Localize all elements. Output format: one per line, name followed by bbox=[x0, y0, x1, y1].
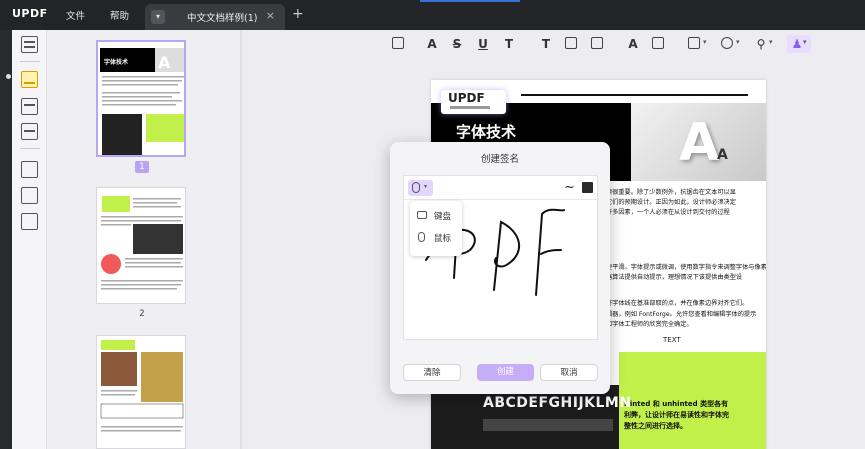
green-panel-text: Hinted 和 unhinted 类型各有利弊，让设计师在易读性和字体完整性之… bbox=[624, 400, 729, 430]
mouse-option-label: 鼠标 bbox=[434, 234, 452, 244]
font-sample-row bbox=[483, 419, 613, 431]
progress-line bbox=[420, 0, 520, 2]
document-tab[interactable]: ▾ 中文文档样例(1) × bbox=[145, 4, 285, 30]
badge-text: UPDF bbox=[448, 91, 485, 105]
signature-dropdown-icon[interactable]: ▾ bbox=[803, 38, 807, 46]
app-logo[interactable]: UPDF bbox=[12, 7, 48, 20]
body-line: 辑器，例如 FontForge。允许您查看和编辑字体的提示 bbox=[606, 311, 757, 318]
textbox-icon[interactable] bbox=[565, 37, 577, 49]
cancel-button[interactable]: 取消 bbox=[540, 364, 598, 381]
page-title: 字体技术 bbox=[456, 123, 517, 141]
create-signature-dialog: 创建签名 ▾ ~ 键盘 鼠标 清除 创建 取消 bbox=[390, 142, 610, 394]
body-line: 器算法提供自动提示，理想情况下该提供由类型设 bbox=[606, 274, 743, 281]
body-line: 更平滑。字体提示或微调，使用数字指令来调整字体与像素 bbox=[606, 264, 766, 271]
mouse-icon bbox=[418, 232, 425, 242]
shape-icon[interactable] bbox=[688, 37, 700, 49]
hero-image: A A bbox=[631, 103, 766, 181]
sticker-icon[interactable] bbox=[721, 37, 733, 49]
crop-tool-icon[interactable] bbox=[21, 187, 38, 204]
page-tool-icon[interactable] bbox=[21, 123, 38, 140]
body-line: 许多因素，一个人必须在从设计到交付的过程 bbox=[606, 209, 730, 216]
keyboard-option-label: 键盘 bbox=[434, 212, 452, 222]
text-callout-icon[interactable] bbox=[591, 37, 603, 49]
thumbnail-preview: A 字体技术 bbox=[100, 48, 184, 155]
create-button[interactable]: 创建 bbox=[477, 364, 534, 381]
body-line: 它们的预期设计。正因为如此，设计师必须决定 bbox=[606, 199, 736, 206]
svg-text:A: A bbox=[158, 53, 171, 72]
menu-help[interactable]: 帮助 bbox=[110, 8, 129, 22]
thumb-title: 字体技术 bbox=[104, 58, 128, 66]
figure-caption: TEXT bbox=[663, 336, 681, 344]
thumbnail-page-3[interactable] bbox=[96, 335, 186, 449]
chevron-down-icon: ▾ bbox=[424, 183, 428, 190]
dialog-title: 创建签名 bbox=[480, 154, 519, 165]
keyboard-option[interactable]: 键盘 bbox=[410, 205, 462, 227]
sticker-dropdown-icon[interactable]: ▾ bbox=[736, 38, 740, 46]
add-tab-icon[interactable]: + bbox=[292, 7, 304, 21]
hero-letter-small: A bbox=[717, 147, 728, 163]
highlight-icon[interactable]: A bbox=[424, 36, 440, 52]
page-rule bbox=[521, 94, 748, 96]
thumbnail-page-1[interactable]: A 字体技术 bbox=[96, 40, 186, 157]
tab-dropdown-icon[interactable]: ▾ bbox=[151, 10, 165, 24]
eraser-icon[interactable] bbox=[652, 37, 664, 49]
tool-separator bbox=[20, 61, 40, 62]
page-number-1: 1 bbox=[135, 161, 149, 173]
left-edge-bar bbox=[0, 30, 12, 449]
hero-letter: A bbox=[679, 113, 720, 173]
squiggly-icon[interactable]: T bbox=[501, 36, 517, 52]
input-mode-dropdown: 键盘 鼠标 bbox=[410, 201, 462, 256]
font-sample-letters: ABCDEFGHIJKLMN bbox=[483, 395, 632, 411]
input-mode-selector[interactable]: ▾ bbox=[408, 180, 433, 196]
edit-tool-icon[interactable] bbox=[21, 98, 38, 115]
body-line: 和字体工程师的欣赏完全确定。 bbox=[606, 321, 693, 328]
badge-underline bbox=[450, 106, 490, 109]
layers-tool-icon[interactable] bbox=[21, 213, 38, 230]
menu-file[interactable]: 文件 bbox=[66, 8, 85, 22]
pencil-icon[interactable]: A bbox=[625, 36, 641, 52]
annotation-toolbar: A S U T T A ▾ ▾ ⚲ ▾ ♟ ▾ bbox=[242, 30, 865, 60]
stamp-icon[interactable]: ⚲ bbox=[753, 36, 769, 52]
body-line: 读很重要。除了少数例外，抗锯齿在文本可以显 bbox=[606, 189, 736, 196]
thumbnail-preview bbox=[100, 340, 184, 432]
tool-strip bbox=[12, 30, 47, 449]
thumbnail-page-2[interactable] bbox=[96, 187, 186, 304]
thumbnail-panel: A 字体技术 1 2 bbox=[47, 30, 240, 449]
page-number-2: 2 bbox=[139, 309, 145, 319]
updf-badge: UPDF bbox=[441, 90, 506, 114]
note-icon[interactable] bbox=[392, 37, 404, 49]
title-bar: UPDF 文件 帮助 ▾ 中文文档样例(1) × + bbox=[0, 0, 865, 30]
convert-tool-icon[interactable] bbox=[21, 161, 38, 178]
clear-button[interactable]: 清除 bbox=[403, 364, 461, 381]
collapse-handle-icon[interactable] bbox=[6, 74, 11, 79]
shape-dropdown-icon[interactable]: ▾ bbox=[703, 38, 707, 46]
reader-tool-icon[interactable] bbox=[21, 36, 38, 53]
thumbnail-preview bbox=[101, 196, 183, 290]
strikethrough-icon[interactable]: S bbox=[449, 36, 465, 52]
stamp-dropdown-icon[interactable]: ▾ bbox=[769, 38, 773, 46]
tab-label: 中文文档样例(1) bbox=[187, 13, 258, 24]
stroke-width-icon[interactable]: ~ bbox=[564, 180, 575, 195]
text-icon[interactable]: T bbox=[538, 36, 554, 52]
ink-color-swatch[interactable] bbox=[582, 182, 593, 193]
signature-canvas[interactable]: ▾ ~ 键盘 鼠标 bbox=[403, 175, 599, 340]
tool-separator bbox=[20, 148, 40, 149]
mouse-icon bbox=[412, 182, 420, 193]
comment-tool-icon[interactable] bbox=[21, 71, 38, 88]
keyboard-icon bbox=[417, 211, 427, 219]
tab-close-icon[interactable]: × bbox=[266, 9, 275, 22]
underline-icon[interactable]: U bbox=[475, 36, 491, 52]
mouse-option[interactable]: 鼠标 bbox=[410, 227, 462, 249]
font-sample-image: ABCDEFGHIJKLMN bbox=[431, 385, 631, 449]
body-line: 将字体线在基准部取的点，并在像素边界对齐它们。 bbox=[606, 300, 749, 307]
signature-control-bar: ▾ ~ bbox=[404, 176, 599, 200]
